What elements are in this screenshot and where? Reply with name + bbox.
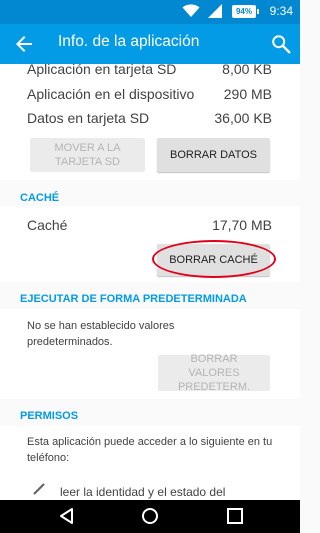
home-nav-icon[interactable] (140, 506, 160, 526)
cache-row: Caché 17,70 MB (27, 217, 272, 233)
permissions-card: Esta aplicación puede acceder a lo sigui… (0, 426, 300, 500)
wifi-icon (182, 4, 200, 17)
status-bar: 94% 9:34 (0, 0, 300, 24)
storage-row-device-app: Aplicación en el dispositivo 290 MB (27, 86, 272, 102)
cache-value: 17,70 MB (212, 217, 272, 233)
storage-row-label: Aplicación en el dispositivo (27, 86, 195, 102)
page-title: Info. de la aplicación (58, 33, 200, 50)
clear-defaults-button[interactable]: BORRAR VALORES PREDETERM. (158, 353, 270, 393)
permissions-section-header: PERMISOS (20, 410, 79, 422)
storage-card: Aplicación en tarjeta SD 8,00 KB Aplicac… (0, 64, 300, 180)
scroll-content[interactable]: Aplicación en tarjeta SD 8,00 KB Aplicac… (0, 64, 300, 500)
back-nav-icon[interactable] (57, 506, 77, 526)
defaults-section-header: EJECUTAR DE FORMA PREDETERMINADA (20, 293, 247, 305)
search-icon[interactable] (270, 33, 292, 55)
storage-row-value: 290 MB (223, 86, 272, 102)
storage-row-value: 8,00 KB (222, 64, 272, 77)
permissions-text: Esta aplicación puede acceder a lo sigui… (27, 436, 273, 464)
storage-row-value: 36,00 KB (214, 110, 272, 126)
defaults-text: No se han establecido valores predetermi… (27, 320, 175, 348)
storage-row-sd-data: Datos en tarjeta SD 36,00 KB (27, 110, 272, 126)
clock: 9:34 (269, 4, 293, 18)
cache-label: Caché (27, 217, 68, 233)
clear-data-button[interactable]: BORRAR DATOS (157, 138, 270, 172)
permission-item: leer la identidad y el estado del (60, 485, 226, 499)
app-bar: Info. de la aplicación (0, 24, 300, 64)
back-arrow-icon[interactable] (12, 32, 36, 56)
battery-indicator: 94% (232, 5, 259, 18)
storage-row-sd-app: Aplicación en tarjeta SD 8,00 KB (27, 64, 272, 77)
move-to-sd-button[interactable]: MOVER A LA TARJETA SD (30, 138, 145, 172)
storage-row-label: Aplicación en tarjeta SD (27, 64, 177, 77)
defaults-card: No se han establecido valores predetermi… (0, 309, 300, 399)
permission-icon (33, 483, 45, 495)
recents-nav-icon[interactable] (225, 506, 245, 526)
storage-row-label: Datos en tarjeta SD (27, 110, 150, 126)
signal-icon (208, 4, 222, 18)
highlight-circle (152, 240, 276, 278)
cache-section-header: CACHÉ (20, 192, 60, 204)
navigation-bar (0, 500, 300, 533)
